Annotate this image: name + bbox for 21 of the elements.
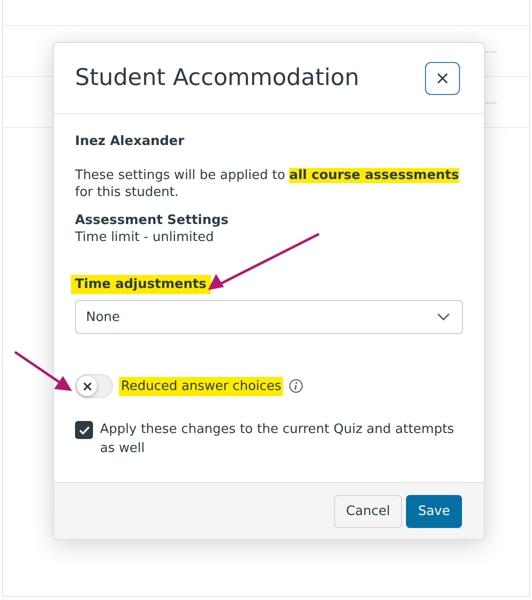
toggle-label: Reduced answer choices xyxy=(119,376,284,396)
info-icon[interactable] xyxy=(289,379,304,393)
checkbox[interactable] xyxy=(75,421,93,439)
checkbox-label: Apply these changes to the current Quiz and attempts as well xyxy=(100,421,456,458)
chevron-down-icon xyxy=(437,313,450,321)
table-cell: --- xyxy=(485,44,497,58)
field-label: Time adjustments xyxy=(71,275,211,294)
dialog-title: Student Accommodation xyxy=(75,65,360,91)
check-icon xyxy=(78,426,90,434)
student-name: Inez Alexander xyxy=(75,134,186,149)
settings-heading: Assessment Settings xyxy=(75,213,230,228)
x-icon xyxy=(82,382,92,390)
toggle-switch[interactable] xyxy=(75,374,113,398)
table-cell: --- xyxy=(485,96,497,108)
cancel-button[interactable]: Cancel xyxy=(334,494,402,528)
close-button[interactable]: × xyxy=(425,62,460,94)
save-button[interactable]: Save xyxy=(406,494,462,528)
time-adjustments-select[interactable]: None xyxy=(75,300,463,334)
settings-value: Time limit - unlimited xyxy=(75,230,215,245)
description-text: These settings will be applied to all course assessments for this student. xyxy=(75,167,460,201)
arrow-drawing xyxy=(12,349,74,393)
